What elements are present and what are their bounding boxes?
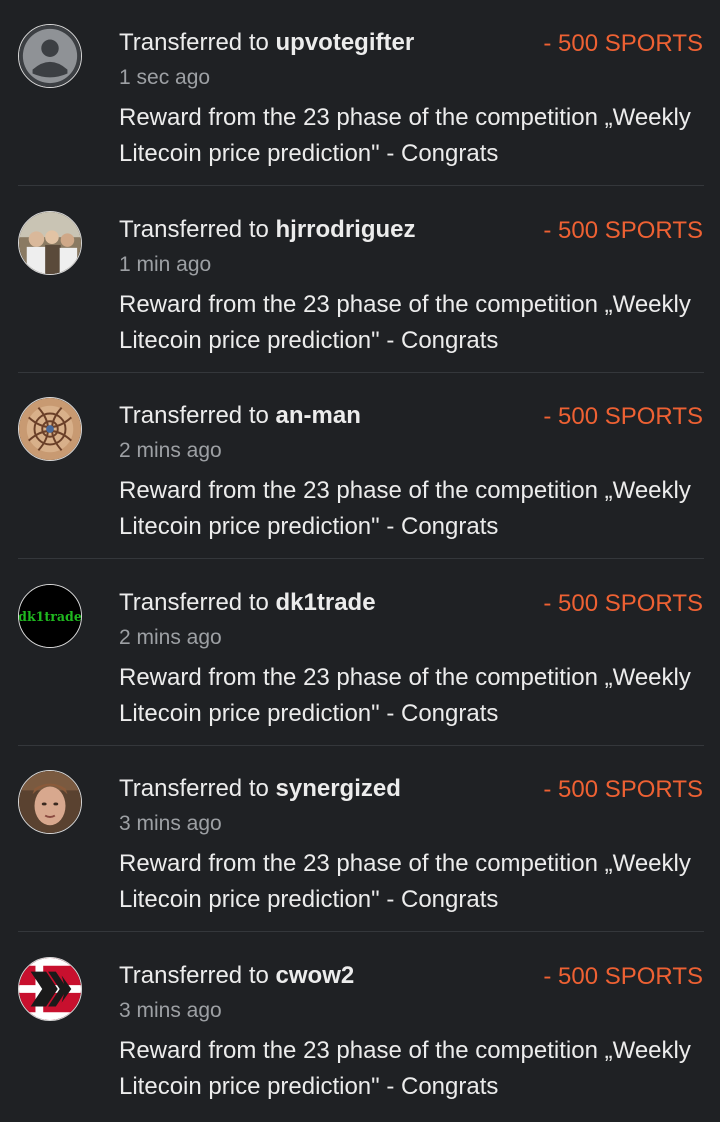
avatar[interactable]: dk1trade	[18, 584, 82, 648]
transfer-item[interactable]: dk1trade Transferred to dk1trade - 500 S…	[0, 560, 720, 746]
transfer-item[interactable]: Transferred to hjrrodriguez - 500 SPORTS…	[0, 187, 720, 373]
amount: - 500 SPORTS	[543, 30, 703, 57]
memo: Reward from the 23 phase of the competit…	[119, 1037, 691, 1100]
avatar[interactable]	[18, 397, 82, 461]
face-photo	[19, 771, 81, 833]
avatar[interactable]	[18, 211, 82, 275]
hive-logo	[19, 958, 81, 1020]
divider	[18, 185, 704, 186]
default-user-icon	[19, 25, 81, 87]
username-link[interactable]: dk1trade	[276, 589, 376, 616]
divider	[18, 558, 704, 559]
memo: Reward from the 23 phase of the competit…	[119, 477, 691, 540]
username-link[interactable]: synergized	[276, 775, 401, 802]
timestamp: 2 mins ago	[119, 439, 222, 462]
timestamp: 1 min ago	[119, 253, 212, 276]
avatar[interactable]	[18, 24, 82, 88]
amount: - 500 SPORTS	[543, 963, 703, 990]
mandala-art	[19, 398, 81, 460]
divider	[18, 931, 704, 932]
transfer-item[interactable]: Transferred to synergized - 500 SPORTS 3…	[0, 746, 720, 932]
group-photo	[19, 212, 81, 274]
username-link[interactable]: cwow2	[276, 962, 355, 989]
username-link[interactable]: an-man	[276, 402, 361, 429]
timestamp: 3 mins ago	[119, 812, 222, 835]
timestamp: 2 mins ago	[119, 626, 222, 649]
transfer-item[interactable]: Transferred to cwow2 - 500 SPORTS 3 mins…	[0, 933, 720, 1119]
amount: - 500 SPORTS	[543, 217, 703, 244]
transfer-title: Transferred to dk1trade	[119, 589, 376, 616]
timestamp: 3 mins ago	[119, 999, 222, 1022]
transfer-item[interactable]: Transferred to upvotegifter - 500 SPORTS…	[0, 0, 720, 186]
dk1trade-logo: dk1trade	[19, 585, 81, 647]
amount: - 500 SPORTS	[543, 403, 703, 430]
dk1trade-logo-text: dk1trade	[19, 609, 81, 624]
avatar[interactable]	[18, 957, 82, 1021]
memo: Reward from the 23 phase of the competit…	[119, 104, 691, 167]
amount: - 500 SPORTS	[543, 776, 703, 803]
memo: Reward from the 23 phase of the competit…	[119, 664, 691, 727]
username-link[interactable]: upvotegifter	[276, 29, 415, 56]
transfer-title: Transferred to an-man	[119, 402, 361, 429]
transfer-title: Transferred to upvotegifter	[119, 29, 415, 56]
amount: - 500 SPORTS	[543, 590, 703, 617]
memo: Reward from the 23 phase of the competit…	[119, 291, 691, 354]
username-link[interactable]: hjrrodriguez	[276, 216, 416, 243]
transfer-title: Transferred to synergized	[119, 775, 401, 802]
transfer-title: Transferred to hjrrodriguez	[119, 216, 416, 243]
memo: Reward from the 23 phase of the competit…	[119, 850, 691, 913]
timestamp: 1 sec ago	[119, 66, 211, 89]
avatar[interactable]	[18, 770, 82, 834]
transfer-title: Transferred to cwow2	[119, 962, 355, 989]
transfer-item[interactable]: Transferred to an-man - 500 SPORTS 2 min…	[0, 373, 720, 559]
